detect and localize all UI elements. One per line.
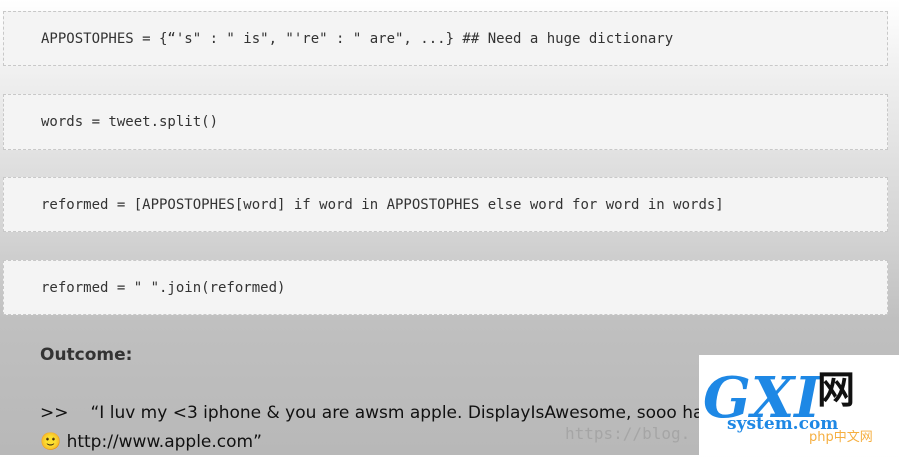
site-logo: GXI 网 system.com php中文网 [699,355,899,455]
code-block-1: APPOSTOPHES = {“'s" : " is", "'re" : " a… [3,11,888,66]
code-block-3: reformed = [APPOSTOPHES[word] if word in… [3,177,888,232]
outcome-heading: Outcome: [40,345,133,365]
logo-small-text: php中文网 [809,430,873,445]
logo-cjk: 网 [817,368,855,412]
prompt-marker: >> [40,403,69,423]
logo-graphic: GXI 网 system.com php中文网 [703,365,873,445]
watermark-url: https://blog. [565,424,691,443]
code-block-4: reformed = " ".join(reformed) [3,260,888,315]
code-block-2: words = tweet.split() [3,94,888,150]
